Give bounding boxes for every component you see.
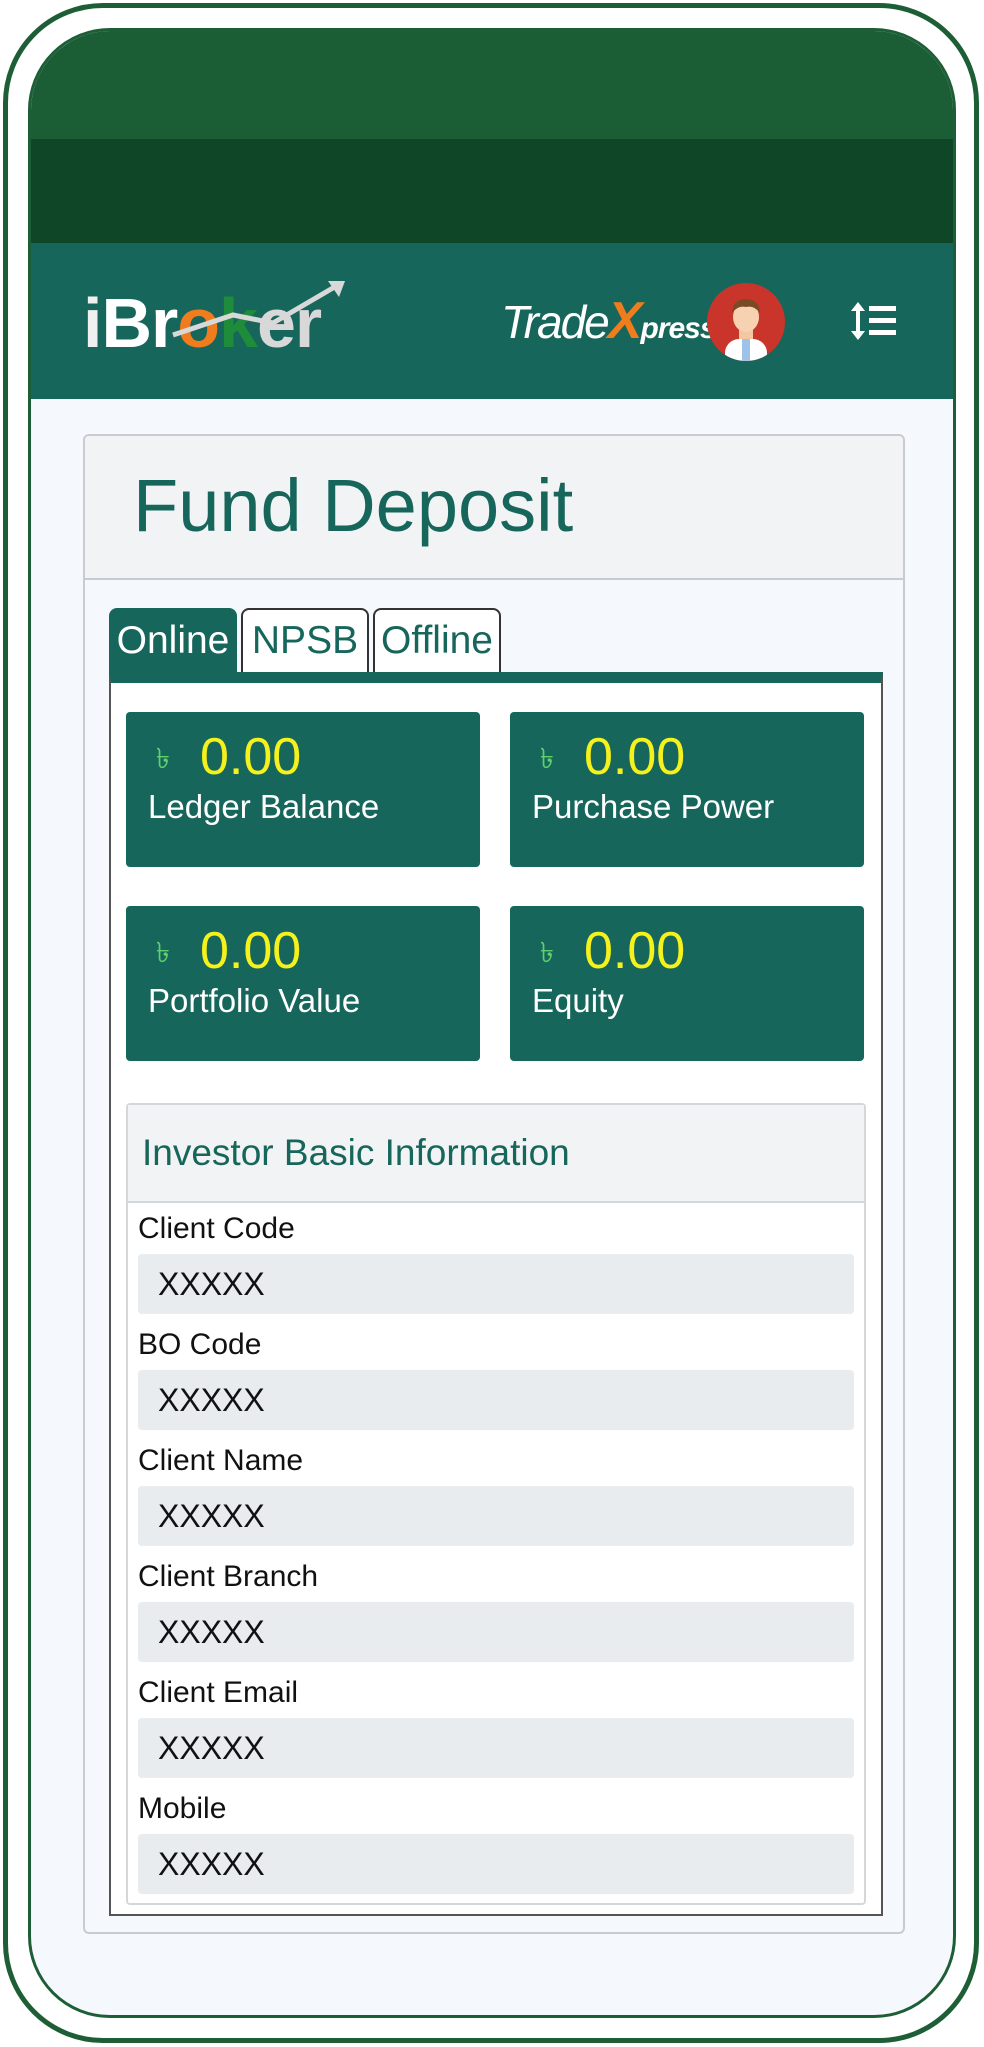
client-email-field[interactable]: XXXXX xyxy=(138,1718,854,1778)
app-header: iBroker TradeXpress xyxy=(31,243,953,399)
user-avatar-icon[interactable] xyxy=(707,283,785,361)
client-name-label: Client Name xyxy=(138,1444,304,1477)
bo-code-field[interactable]: XXXXX xyxy=(138,1370,854,1430)
tab-npsb[interactable]: NPSB xyxy=(241,608,369,672)
client-code-field[interactable]: XXXXX xyxy=(138,1254,854,1314)
investor-info-header: Investor Basic Information xyxy=(128,1105,864,1203)
stat-label: Equity xyxy=(532,982,624,1019)
tab-online[interactable]: Online xyxy=(109,608,237,672)
tradex-press-text: press xyxy=(640,312,716,345)
stat-card-ledger-balance: ৳ 0.00 Ledger Balance xyxy=(126,712,480,867)
taka-currency-icon: ৳ xyxy=(156,743,170,774)
online-tab-panel: ৳ 0.00 Ledger Balance ৳ 0.00 Purchase Po… xyxy=(109,672,883,1916)
card-header: Fund Deposit xyxy=(85,436,903,580)
bo-code-label: BO Code xyxy=(138,1328,262,1361)
tradexpress-logo[interactable]: TradeXpress xyxy=(501,291,721,351)
taka-currency-icon: ৳ xyxy=(156,937,170,968)
client-name-field[interactable]: XXXXX xyxy=(138,1486,854,1546)
client-code-label: Client Code xyxy=(138,1212,295,1245)
avatar-person-icon xyxy=(725,299,767,361)
logo-growth-arrow-icon xyxy=(172,281,345,338)
top-bezel xyxy=(31,31,953,139)
mobile-label: Mobile xyxy=(138,1792,227,1825)
tab-offline[interactable]: Offline xyxy=(373,608,501,672)
stat-card-purchase-power: ৳ 0.00 Purchase Power xyxy=(510,712,864,867)
tradex-trade-text: Trade xyxy=(501,296,610,348)
client-email-label: Client Email xyxy=(138,1676,299,1709)
stat-label: Purchase Power xyxy=(532,788,775,825)
client-branch-label: Client Branch xyxy=(138,1560,319,1593)
logo-letter-i: i xyxy=(83,284,102,362)
mobile-field[interactable]: XXXXX xyxy=(138,1834,854,1894)
page-title: Fund Deposit xyxy=(133,464,574,547)
phone-screen: iBroker TradeXpress Fund Deposit Online … xyxy=(28,28,956,2018)
stat-card-portfolio-value: ৳ 0.00 Portfolio Value xyxy=(126,906,480,1061)
stat-label: Portfolio Value xyxy=(148,982,361,1019)
tradex-x-letter: X xyxy=(607,292,643,350)
taka-currency-icon: ৳ xyxy=(540,937,554,968)
client-branch-field[interactable]: XXXXX xyxy=(138,1602,854,1662)
investor-info-title: Investor Basic Information xyxy=(142,1132,570,1173)
ibroker-logo[interactable]: iBroker xyxy=(83,281,345,363)
fund-deposit-card: Fund Deposit Online NPSB Offline ৳ 0.00 … xyxy=(83,434,905,1934)
status-bar xyxy=(31,139,953,243)
sort-list-icon[interactable] xyxy=(851,301,897,341)
investor-info-box: Investor Basic Information Client Code X… xyxy=(126,1103,866,1905)
stat-card-equity: ৳ 0.00 Equity xyxy=(510,906,864,1061)
taka-currency-icon: ৳ xyxy=(540,743,554,774)
stat-label: Ledger Balance xyxy=(148,788,380,825)
